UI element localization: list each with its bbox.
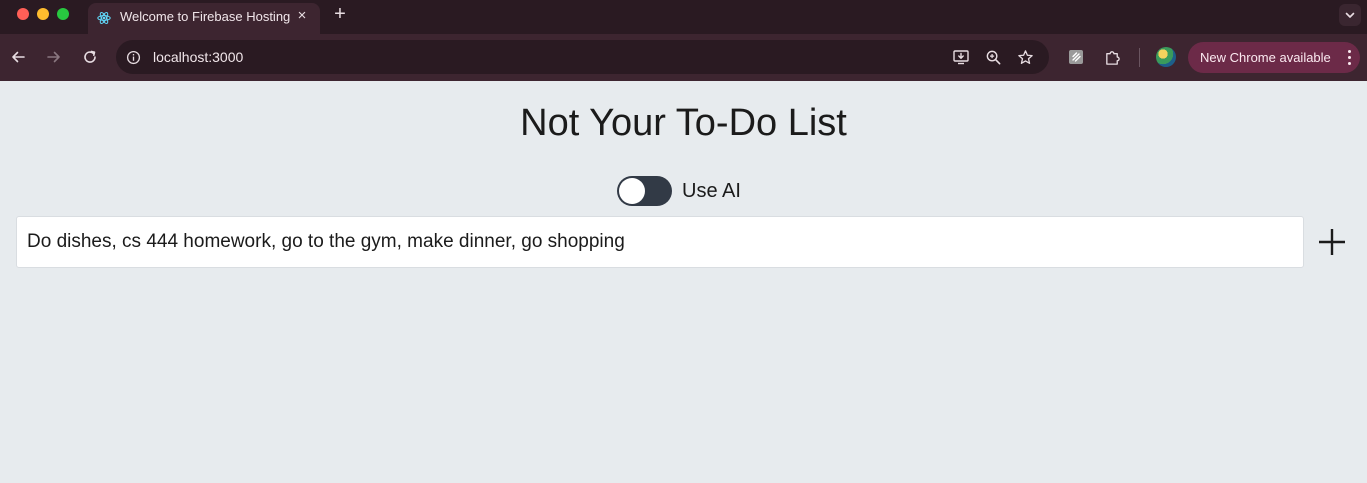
address-url: localhost:3000	[153, 49, 244, 65]
new-chrome-available-button[interactable]: New Chrome available	[1188, 42, 1360, 73]
forward-arrow-icon[interactable]	[43, 46, 65, 68]
reload-icon[interactable]	[79, 46, 101, 68]
task-input[interactable]	[16, 216, 1304, 268]
browser-toolbar: localhost:3000 New Chrome available	[0, 34, 1367, 81]
browser-tab-active[interactable]: Welcome to Firebase Hosting ×	[88, 3, 320, 34]
add-task-button[interactable]	[1315, 225, 1349, 259]
close-tab-icon[interactable]: ×	[294, 8, 310, 24]
install-app-icon[interactable]	[952, 48, 970, 66]
extension-icon[interactable]	[1065, 46, 1087, 68]
fullscreen-window-button[interactable]	[57, 8, 69, 20]
use-ai-label: Use AI	[682, 180, 741, 202]
more-menu-icon[interactable]	[1346, 48, 1352, 67]
toolbar-divider	[1139, 48, 1140, 67]
site-info-icon[interactable]	[124, 48, 142, 66]
zoom-icon[interactable]	[984, 48, 1002, 66]
close-window-button[interactable]	[17, 8, 29, 20]
minimize-window-button[interactable]	[37, 8, 49, 20]
use-ai-toggle[interactable]	[617, 176, 672, 206]
plus-icon	[1319, 229, 1345, 255]
tab-search-chevron-icon[interactable]	[1339, 4, 1361, 26]
react-atom-icon	[97, 11, 111, 25]
new-tab-button[interactable]: +	[330, 4, 350, 25]
update-label: New Chrome available	[1200, 50, 1331, 65]
back-arrow-icon[interactable]	[7, 46, 29, 68]
browser-tab-strip: Welcome to Firebase Hosting × +	[0, 0, 1367, 34]
toggle-knob	[619, 178, 645, 204]
profile-avatar[interactable]	[1156, 47, 1176, 67]
tab-title: Welcome to Firebase Hosting	[120, 9, 291, 24]
bookmark-star-icon[interactable]	[1016, 48, 1034, 66]
page-content: Not Your To-Do List Use AI	[0, 81, 1367, 483]
page-title: Not Your To-Do List	[520, 102, 847, 144]
address-bar[interactable]: localhost:3000	[116, 40, 1049, 74]
extensions-puzzle-icon[interactable]	[1101, 46, 1123, 68]
